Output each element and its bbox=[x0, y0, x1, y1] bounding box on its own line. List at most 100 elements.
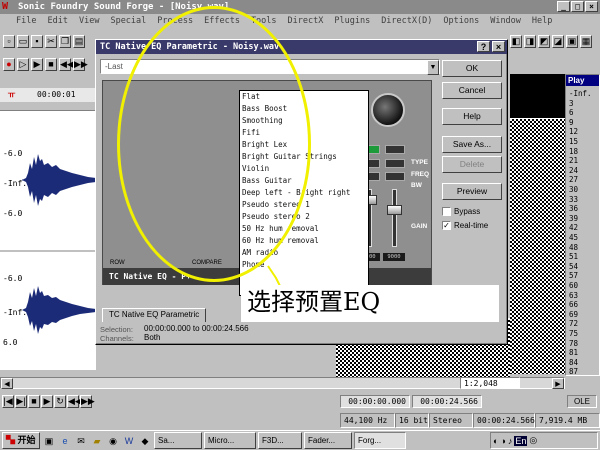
go-end-icon[interactable]: ▶| bbox=[15, 394, 27, 408]
menu-view[interactable]: View bbox=[79, 14, 99, 28]
preset-item[interactable]: Bright Guitar Strings bbox=[242, 151, 368, 163]
start-button[interactable]: ▚ 开始 bbox=[2, 432, 40, 449]
realtime-row[interactable]: ✓ Real-time bbox=[442, 221, 488, 230]
preset-item[interactable]: Bright Lex bbox=[242, 139, 368, 151]
task-item[interactable]: Fader... bbox=[304, 432, 352, 449]
dialog-close-button[interactable]: × bbox=[492, 41, 505, 52]
close-button[interactable]: × bbox=[585, 1, 598, 12]
band-button[interactable] bbox=[385, 145, 405, 154]
word-icon[interactable]: W bbox=[122, 434, 136, 448]
tray-icon[interactable]: ◑ bbox=[500, 436, 505, 446]
preset-item[interactable]: Fifi bbox=[242, 127, 368, 139]
maximize-button[interactable]: □ bbox=[571, 1, 584, 12]
task-item[interactable]: Micro... bbox=[204, 432, 256, 449]
tool-e-icon[interactable]: ▣ bbox=[566, 34, 578, 48]
help-button[interactable]: Help bbox=[442, 108, 502, 125]
tool-d-icon[interactable]: ◪ bbox=[552, 34, 564, 48]
paste-icon[interactable]: ▤ bbox=[73, 34, 85, 48]
chevron-down-icon[interactable]: ▼ bbox=[427, 60, 439, 75]
forward-icon[interactable]: ▶▶ bbox=[73, 58, 88, 71]
save-icon[interactable]: ▪ bbox=[31, 34, 43, 48]
ie-icon[interactable]: e bbox=[58, 434, 72, 448]
app-icon[interactable]: ◆ bbox=[138, 434, 152, 448]
menu-file[interactable]: File bbox=[16, 14, 36, 28]
desktop-icon[interactable]: ▣ bbox=[42, 434, 56, 448]
menu-tools[interactable]: Tools bbox=[251, 14, 277, 28]
preset-item[interactable]: Flat bbox=[242, 91, 368, 103]
channel-1-waveform[interactable]: -6.0 -Inf. -6.0 bbox=[0, 110, 96, 250]
open-folder-icon[interactable]: ▭ bbox=[17, 34, 29, 48]
preset-item[interactable]: Violin bbox=[242, 163, 368, 175]
bypass-row[interactable]: Bypass bbox=[442, 207, 480, 216]
menu-edit[interactable]: Edit bbox=[47, 14, 67, 28]
menu-special[interactable]: Special bbox=[110, 14, 146, 28]
task-item-active[interactable]: Forg... bbox=[354, 432, 406, 449]
preset-item[interactable]: 60 Hz hum removal bbox=[242, 235, 368, 247]
dialog-help-button[interactable]: ? bbox=[477, 41, 490, 52]
band-button[interactable] bbox=[385, 172, 405, 181]
preset-item[interactable]: Pseudo stereo 2 bbox=[242, 211, 368, 223]
tool-a-icon[interactable]: ◧ bbox=[510, 34, 522, 48]
preset-item[interactable]: Bass Boost bbox=[242, 103, 368, 115]
preset-combo[interactable]: -Last ▼ bbox=[100, 59, 440, 75]
go-start-icon[interactable]: |◀ bbox=[2, 394, 14, 408]
gain-knob[interactable] bbox=[371, 93, 405, 127]
play-transport-icon[interactable]: ▶ bbox=[41, 394, 53, 408]
loop-icon[interactable]: ↻ bbox=[54, 394, 66, 408]
tool-f-icon[interactable]: ▦ bbox=[580, 34, 592, 48]
ok-button[interactable]: OK bbox=[442, 60, 502, 77]
preset-item[interactable]: Phone bbox=[242, 259, 368, 271]
preset-item[interactable]: Smoothing bbox=[242, 115, 368, 127]
fader-cap[interactable] bbox=[387, 205, 402, 215]
cut-icon[interactable]: ✂ bbox=[45, 34, 57, 48]
preset-item[interactable]: 50 Hz hum removal bbox=[242, 223, 368, 235]
band-button[interactable] bbox=[385, 159, 405, 168]
ime-icon[interactable]: En bbox=[514, 435, 528, 446]
save-as-button[interactable]: Save As... bbox=[442, 136, 502, 153]
new-file-icon[interactable]: ▫ bbox=[3, 34, 15, 48]
media-icon[interactable]: ◉ bbox=[106, 434, 120, 448]
menu-help[interactable]: Help bbox=[532, 14, 552, 28]
realtime-checkbox[interactable]: ✓ bbox=[442, 221, 451, 230]
menu-plugins[interactable]: Plugins bbox=[334, 14, 370, 28]
bypass-checkbox[interactable] bbox=[442, 207, 451, 216]
menu-window[interactable]: Window bbox=[490, 14, 521, 28]
menu-effects[interactable]: Effects bbox=[204, 14, 240, 28]
menu-directx-d[interactable]: DirectX(D) bbox=[381, 14, 432, 28]
tray-icon[interactable]: ◐ bbox=[493, 436, 498, 446]
scroll-right-icon[interactable]: ▶ bbox=[552, 377, 564, 389]
delete-button[interactable]: Delete bbox=[442, 156, 502, 173]
outlook-icon[interactable]: ✉ bbox=[74, 434, 88, 448]
folder-icon[interactable]: ▰ bbox=[90, 434, 104, 448]
preset-item[interactable] bbox=[242, 271, 368, 283]
forward-transport-icon[interactable]: ▶▶ bbox=[80, 394, 95, 408]
preset-item[interactable]: Pseudo stereo 1 bbox=[242, 199, 368, 211]
stop-icon[interactable]: ■ bbox=[45, 58, 57, 71]
tray-icon[interactable]: ◎ bbox=[529, 435, 537, 446]
menu-process[interactable]: Process bbox=[157, 14, 193, 28]
tool-c-icon[interactable]: ◩ bbox=[538, 34, 550, 48]
cancel-button[interactable]: Cancel bbox=[442, 82, 502, 99]
copy-icon[interactable]: ❐ bbox=[59, 34, 71, 48]
scroll-left-icon[interactable]: ◀ bbox=[1, 377, 13, 389]
menu-options[interactable]: Options bbox=[443, 14, 479, 28]
task-item[interactable]: F3D... bbox=[258, 432, 302, 449]
stop-transport-icon[interactable]: ■ bbox=[28, 394, 40, 408]
rewind-icon[interactable]: ◀◀ bbox=[59, 58, 74, 71]
minimize-button[interactable]: _ bbox=[557, 1, 570, 12]
preset-item[interactable]: AM radio bbox=[242, 247, 368, 259]
play-icon[interactable]: ▶ bbox=[31, 58, 43, 71]
fader-track[interactable] bbox=[392, 189, 397, 247]
preset-item[interactable]: Bass Guitar bbox=[242, 175, 368, 187]
rewind-transport-icon[interactable]: ◀◀ bbox=[67, 394, 82, 408]
tab-eq-parametric[interactable]: TC Native EQ Parametric bbox=[102, 308, 207, 322]
record-icon[interactable]: ● bbox=[3, 58, 15, 71]
menu-directx[interactable]: DirectX bbox=[288, 14, 324, 28]
task-item[interactable]: Sa... bbox=[154, 432, 202, 449]
preview-button[interactable]: Preview bbox=[442, 183, 502, 200]
play-all-icon[interactable]: ▷ bbox=[17, 58, 29, 71]
preset-item[interactable]: Deep left - Bright right bbox=[242, 187, 368, 199]
channel-2-waveform[interactable]: -6.0 -Inf. 6.0 bbox=[0, 252, 96, 370]
speaker-icon[interactable]: ♪ bbox=[508, 436, 513, 446]
tool-b-icon[interactable]: ◨ bbox=[524, 34, 536, 48]
